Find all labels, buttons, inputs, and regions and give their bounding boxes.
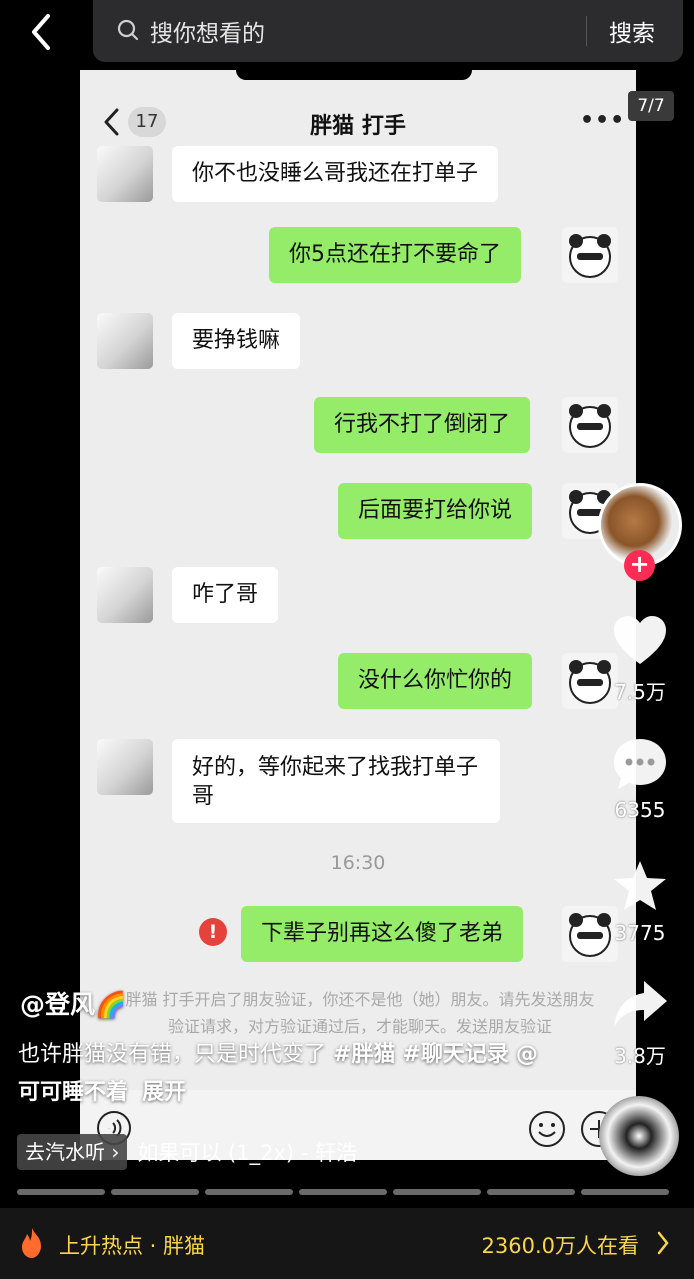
message-bubble-out: 行我不打了倒闭了 <box>314 397 531 453</box>
progress-segment <box>487 1189 575 1195</box>
system-message: 胖猫 打手开启了朋友验证，你还不是他（她）朋友。请先发送朋友验证请求，对方验证通… <box>125 990 595 1036</box>
emoji-icon <box>529 1111 565 1147</box>
chat-title: 胖猫 打手 <box>310 114 406 139</box>
follow-button[interactable]: + <box>624 550 655 581</box>
self-avatar <box>562 397 618 453</box>
progress-segment <box>393 1189 481 1195</box>
back-icon[interactable] <box>20 10 64 54</box>
search-icon <box>117 19 139 41</box>
expand-button[interactable]: 展开 <box>142 1080 186 1105</box>
share-icon[interactable] <box>611 977 669 1035</box>
hot-topic-label[interactable]: 上升热点 · 胖猫 <box>59 1230 205 1260</box>
send-failed-icon: ! <box>199 918 227 946</box>
page-indicator: 7/7 <box>628 91 674 121</box>
contact-avatar <box>97 313 153 369</box>
message-bubble-in: 要挣钱嘛 <box>172 313 301 369</box>
contact-avatar <box>97 567 153 623</box>
favorite-count: 3775 <box>614 921 666 945</box>
hot-topic-bar[interactable]: 上升热点 · 胖猫 2360.0万人在看 <box>0 1208 694 1279</box>
progress-segment <box>205 1189 293 1195</box>
message-bubble-out: 下辈子别再这么傻了老弟 <box>241 906 524 962</box>
progress-segment <box>17 1189 105 1195</box>
chat-timestamp: 16:30 <box>330 852 386 874</box>
star-icon[interactable] <box>611 858 669 916</box>
search-input[interactable]: 搜你想看的 <box>150 14 265 48</box>
hashtag[interactable]: #胖猫 <box>333 1042 395 1067</box>
chat-screenshot: 17 胖猫 打手 ••• 你不也没睡么哥我还在打单子 你5点还在打不要命了 要挣… <box>80 70 636 1160</box>
video-caption: 也许胖猫没有错，只是时代变了 #胖猫 #聊天记录 @可可睡不着 展开 <box>18 1036 538 1112</box>
caption-text: 也许胖猫没有错，只是时代变了 <box>18 1042 333 1067</box>
progress-segment <box>581 1189 669 1195</box>
progress-bar <box>17 1189 669 1195</box>
fire-icon <box>22 1228 41 1258</box>
contact-avatar <box>97 146 153 202</box>
search-button[interactable]: 搜索 <box>609 14 655 48</box>
message-bubble-out: 没什么你忙你的 <box>338 653 533 709</box>
message-bubble-in: 好的，等你起来了找我打单子哥 <box>172 739 500 823</box>
search-divider <box>586 16 587 46</box>
message-bubble-out: 后面要打给你说 <box>338 483 533 539</box>
comment-count: 6355 <box>614 798 666 822</box>
contact-avatar <box>97 739 153 795</box>
phone-notch <box>236 70 472 80</box>
hashtag[interactable]: #聊天记录 <box>402 1042 508 1067</box>
chevron-right-icon[interactable] <box>656 1230 670 1256</box>
search-bar[interactable]: 搜你想看的 搜索 <box>93 0 683 62</box>
music-row[interactable]: 去汽水听 › 如果可以 (1_2x) - 轩浩 <box>17 1134 357 1170</box>
heart-icon[interactable] <box>611 612 669 670</box>
progress-segment <box>111 1189 199 1195</box>
music-disc-icon[interactable] <box>599 1096 679 1176</box>
share-count: 3.8万 <box>614 1044 666 1068</box>
music-title[interactable]: 如果可以 (1_2x) - 轩浩 <box>137 1137 357 1167</box>
message-bubble-in: 你不也没睡么哥我还在打单子 <box>172 146 499 202</box>
music-app-badge[interactable]: 去汽水听 › <box>17 1134 128 1170</box>
like-count: 7.5万 <box>614 680 666 704</box>
more-icon: ••• <box>580 108 626 133</box>
viewer-count: 2360.0万人在看 <box>481 1234 639 1258</box>
message-bubble-out: 你5点还在打不要命了 <box>269 227 521 283</box>
comment-icon[interactable] <box>611 735 669 793</box>
message-bubble-in: 咋了哥 <box>172 567 279 623</box>
self-avatar <box>562 227 618 283</box>
author-name[interactable]: @登风🌈 <box>20 985 126 1021</box>
progress-segment <box>299 1189 387 1195</box>
